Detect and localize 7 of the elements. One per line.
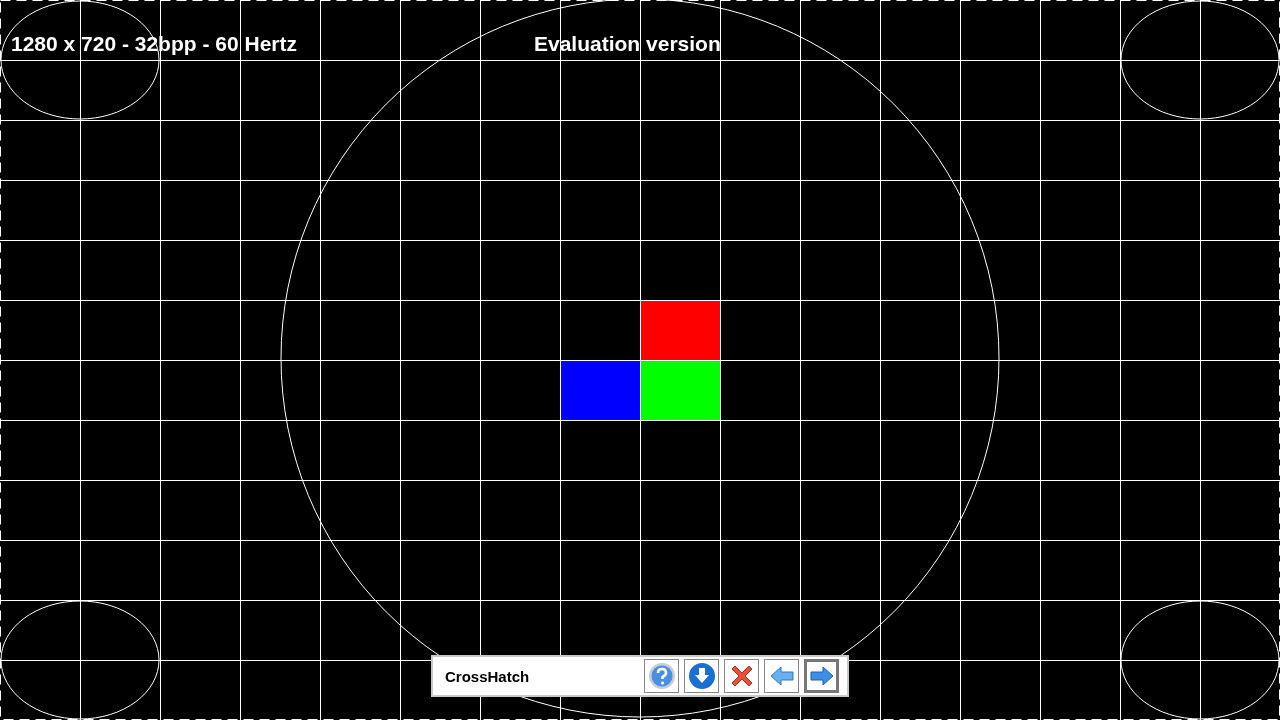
next-button[interactable] [804,659,839,693]
previous-button[interactable] [764,659,799,693]
help-icon [647,662,676,690]
help-button[interactable] [644,659,679,693]
down-button[interactable] [684,659,719,693]
close-button[interactable] [724,659,759,693]
pattern-name: CrossHatch [445,667,531,685]
